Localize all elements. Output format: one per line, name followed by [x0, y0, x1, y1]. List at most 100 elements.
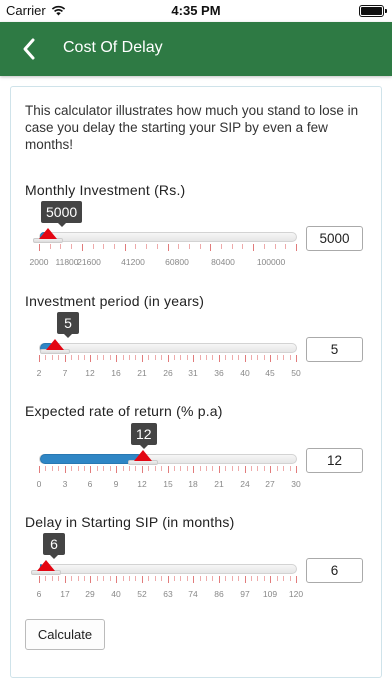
investment-period-bubble: 5 — [57, 312, 79, 338]
major-tick — [219, 576, 220, 583]
minor-tick — [251, 576, 252, 581]
minor-tick — [212, 576, 213, 581]
major-tick — [168, 355, 169, 362]
monthly-investment-bubble: 5000 — [41, 201, 83, 227]
minor-tick — [225, 355, 226, 360]
tick-label: 7 — [62, 368, 68, 378]
minor-tick — [148, 466, 149, 471]
investment-period-ticks — [39, 355, 297, 363]
slider-handle[interactable] — [39, 228, 57, 239]
minor-tick — [93, 244, 94, 249]
delay-sip-slider[interactable] — [31, 560, 297, 575]
minor-tick — [238, 355, 239, 360]
minor-tick — [161, 355, 162, 360]
minor-tick — [174, 576, 175, 581]
major-tick — [116, 466, 117, 473]
minor-tick — [200, 576, 201, 581]
tick-label: 36 — [214, 368, 224, 378]
minor-tick — [155, 576, 156, 581]
investment-period-tick-labels: 2 7 12 16 21 26 31 36 40 45 50 — [36, 368, 301, 378]
tick-label: 17 — [60, 589, 70, 599]
rate-of-return-slider[interactable] — [39, 450, 297, 465]
monthly-investment-tick-labels: 2000 11800 21600 41200 60800 80400 100000 — [30, 257, 297, 267]
major-tick — [39, 466, 40, 473]
minor-tick — [114, 244, 115, 249]
tick-label: 30 — [291, 479, 301, 489]
major-tick — [142, 466, 143, 473]
minor-tick — [58, 355, 59, 360]
minor-tick — [84, 576, 85, 581]
calculator-card: This calculator illustrates how much you… — [10, 86, 382, 678]
tick-label: 9 — [113, 479, 119, 489]
monthly-investment-slider[interactable] — [33, 228, 297, 243]
tick-label: 97 — [240, 589, 250, 599]
minor-tick — [178, 244, 179, 249]
slider-handle[interactable] — [37, 560, 55, 571]
minor-tick — [123, 576, 124, 581]
minor-tick — [58, 576, 59, 581]
back-button[interactable] — [14, 34, 44, 64]
investment-period-slider[interactable] — [39, 339, 297, 354]
major-tick — [65, 355, 66, 362]
minor-tick — [206, 466, 207, 471]
tick-label: 50 — [291, 368, 301, 378]
delay-sip-bubble: 6 — [43, 533, 65, 559]
tick-label: 15 — [163, 479, 173, 489]
major-tick — [125, 244, 126, 251]
tick-label: 31 — [188, 368, 198, 378]
rate-of-return-input[interactable]: 12 — [306, 448, 363, 473]
tick-label: 26 — [163, 368, 173, 378]
minor-tick — [290, 466, 291, 471]
tick-label: 21 — [137, 368, 147, 378]
minor-tick — [103, 244, 104, 249]
minor-tick — [232, 466, 233, 471]
minor-tick — [135, 576, 136, 581]
investment-period-input[interactable]: 5 — [306, 337, 363, 362]
tick-label: 52 — [137, 589, 147, 599]
minor-tick — [174, 466, 175, 471]
delay-sip-label: Delay in Starting SIP (in months) — [25, 514, 235, 530]
monthly-investment-input[interactable]: 5000 — [306, 226, 363, 251]
minor-tick — [45, 576, 46, 581]
slider-handle[interactable] — [46, 339, 64, 350]
major-tick — [193, 355, 194, 362]
delay-sip-input[interactable]: 6 — [306, 558, 363, 583]
major-tick — [270, 466, 271, 473]
minor-tick — [264, 466, 265, 471]
tick-label: 2 — [36, 368, 42, 378]
major-tick — [65, 466, 66, 473]
minor-tick — [148, 576, 149, 581]
minor-tick — [161, 466, 162, 471]
minor-tick — [283, 466, 284, 471]
battery-icon — [359, 5, 387, 17]
minor-tick — [78, 576, 79, 581]
major-tick — [219, 355, 220, 362]
slider-handle[interactable] — [134, 450, 152, 461]
minor-tick — [52, 355, 53, 360]
minor-tick — [129, 466, 130, 471]
major-tick — [219, 466, 220, 473]
tick-label: 109 — [262, 589, 278, 599]
tick-label: 27 — [265, 479, 275, 489]
major-tick — [270, 355, 271, 362]
major-tick — [90, 355, 91, 362]
minor-tick — [257, 466, 258, 471]
minor-tick — [238, 466, 239, 471]
tick-label: 21600 — [77, 257, 101, 267]
minor-tick — [264, 244, 265, 249]
calculate-button[interactable]: Calculate — [25, 619, 105, 650]
tick-label: 40 — [111, 589, 121, 599]
tick-label: 60800 — [165, 257, 189, 267]
minor-tick — [180, 466, 181, 471]
minor-tick — [103, 576, 104, 581]
minor-tick — [206, 576, 207, 581]
minor-tick — [84, 466, 85, 471]
tick-label: 86 — [214, 589, 224, 599]
minor-tick — [135, 244, 136, 249]
tick-label: 2000 — [29, 257, 49, 267]
minor-tick — [242, 244, 243, 249]
minor-tick — [200, 244, 201, 249]
tick-label: 21 — [214, 479, 224, 489]
minor-tick — [45, 355, 46, 360]
tick-label: 12 — [85, 368, 95, 378]
